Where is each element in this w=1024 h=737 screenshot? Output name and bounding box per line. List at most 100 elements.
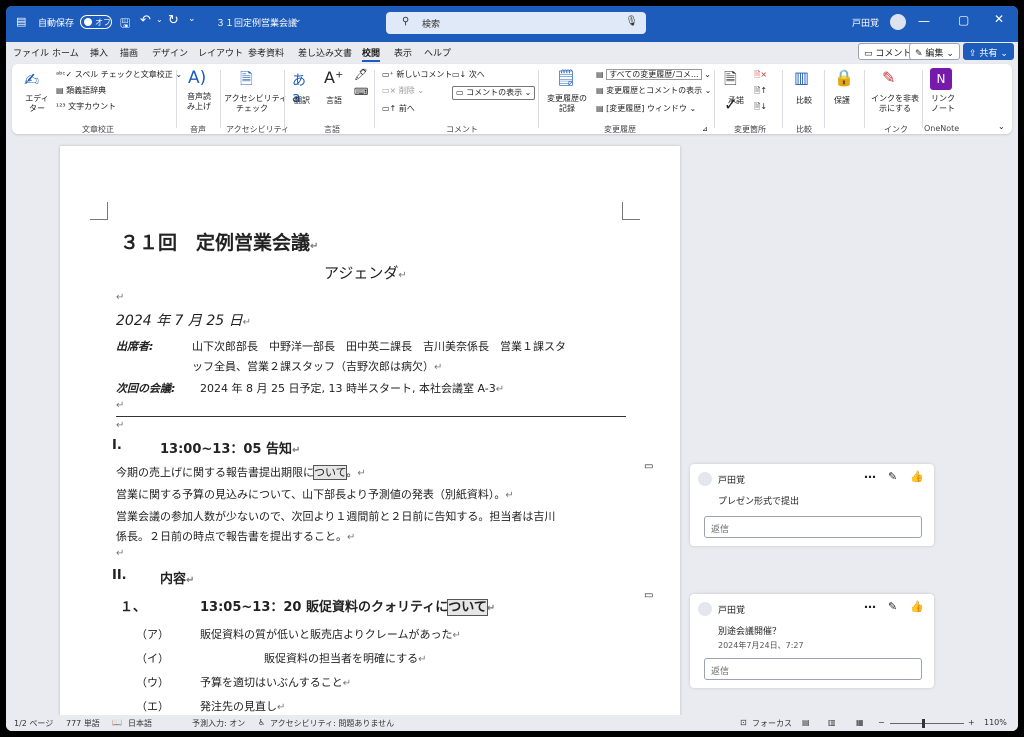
keyboard-icon[interactable]: ⌨ bbox=[354, 88, 368, 98]
edit-mode-button[interactable]: ✎ 編集 ⌄ bbox=[909, 43, 960, 60]
reject-icon[interactable]: 🗎× bbox=[754, 70, 767, 80]
tab-draw[interactable]: 描画 bbox=[120, 46, 138, 59]
comment-indicator-icon[interactable]: ▭ bbox=[644, 590, 653, 601]
translate-button[interactable]: 翻訳 bbox=[294, 96, 310, 106]
attendees-line-1[interactable]: 山下次郎部長 中野洋一部長 田中英二課長 吉川美奈係長 営業１課スタ bbox=[192, 338, 566, 354]
language-button[interactable]: 言語 bbox=[326, 96, 342, 106]
page-count[interactable]: 1/2 ページ bbox=[14, 718, 53, 729]
tab-review[interactable]: 校閲 bbox=[362, 46, 381, 62]
reply-input[interactable]: 返信 bbox=[704, 516, 922, 538]
maximize-icon[interactable]: ▢ bbox=[958, 13, 969, 27]
tab-layout[interactable]: レイアウト bbox=[198, 46, 243, 59]
comment-indicator-icon[interactable]: ▭ bbox=[644, 461, 653, 472]
section-1-title[interactable]: 13:00~13：05 告知↵ bbox=[160, 438, 300, 457]
show-comments-button[interactable]: ▭ コメントの表示 ⌄ bbox=[452, 86, 536, 100]
zoom-slider-thumb[interactable] bbox=[922, 719, 925, 728]
reply-input[interactable]: 返信 bbox=[704, 658, 922, 680]
word-count-button[interactable]: ¹²³ 文字カウント bbox=[56, 102, 116, 112]
sub-item-d[interactable]: 発注先の見直し↵ bbox=[200, 698, 285, 714]
thesaurus-button[interactable]: ▤ 類義語辞典 bbox=[56, 86, 106, 96]
tab-view[interactable]: 表示 bbox=[394, 46, 412, 59]
tab-home[interactable]: ホーム bbox=[52, 46, 79, 59]
section-2-title[interactable]: 内容↵ bbox=[160, 568, 194, 587]
doc-date[interactable]: 2024 年 7 月 25 日↵ bbox=[116, 310, 251, 330]
zoom-in-icon[interactable]: + bbox=[968, 718, 975, 727]
redo-icon[interactable]: ↻ bbox=[168, 13, 179, 28]
web-layout-icon[interactable]: ▦ bbox=[856, 718, 864, 727]
document-title[interactable]: ３１回定例営業会議 bbox=[216, 16, 297, 29]
comment-card[interactable]: 戸田覚 ⋯ ✎ 👍 別途会議開催？ 2024年7月24日、7:27 返信 bbox=[690, 594, 934, 688]
like-icon[interactable]: 👍 bbox=[910, 600, 924, 613]
minimize-icon[interactable]: — bbox=[918, 14, 930, 28]
sub-item-c[interactable]: 予算を適切はいぶんすること↵ bbox=[200, 674, 351, 690]
protect-button[interactable]: 保護 bbox=[834, 96, 850, 106]
tab-file[interactable]: ファイル bbox=[13, 46, 49, 59]
reviewing-pane-button[interactable]: ▤ [変更履歴] ウィンドウ ⌄ bbox=[596, 104, 696, 114]
tab-references[interactable]: 参考資料 bbox=[248, 46, 284, 59]
sub-item-a[interactable]: 販促資料の質が低いと販売店よりクレームがあった↵ bbox=[200, 626, 461, 642]
view-icon[interactable]: ▤ bbox=[802, 718, 810, 727]
show-markup-button[interactable]: ▤ 変更履歴とコメントの表示 ⌄ bbox=[596, 86, 711, 96]
more-options-icon[interactable]: ⋯ bbox=[864, 600, 876, 614]
language-status[interactable]: 日本語 bbox=[128, 718, 152, 729]
zoom-out-icon[interactable]: − bbox=[878, 718, 885, 727]
more-commands-icon[interactable]: ⌄ bbox=[188, 14, 196, 24]
word-app-icon[interactable]: ▤ bbox=[16, 15, 26, 28]
proofing-status-icon[interactable]: 📖 bbox=[112, 718, 122, 727]
next-meeting-text[interactable]: 2024 年 8 月 25 日予定, 13 時半スタート, 本社会議室 A-3↵ bbox=[200, 380, 504, 396]
item-1-title[interactable]: 13:05~13：20 販促資料のクォリティについて↵ bbox=[200, 596, 495, 616]
save-icon[interactable]: 🖫 bbox=[120, 14, 130, 35]
document-page[interactable]: ３１回 定例営業会議↵ アジェンダ↵ ↵ 2024 年 7 月 25 日↵ 出席… bbox=[60, 146, 680, 726]
dialog-launcher-icon[interactable]: ⊿ bbox=[702, 124, 708, 134]
next-comment-button[interactable]: ▭↓ 次へ bbox=[452, 70, 485, 80]
hide-ink-button[interactable]: インクを非表 示にする bbox=[870, 94, 920, 114]
new-comment-button[interactable]: ▭⁺ 新しいコメント bbox=[382, 70, 452, 80]
linked-notes-button[interactable]: リンク ノート bbox=[928, 94, 958, 114]
accessibility-check-button[interactable]: アクセシビリティ チェック bbox=[224, 94, 287, 114]
user-avatar[interactable] bbox=[890, 14, 906, 30]
close-icon[interactable]: ✕ bbox=[994, 12, 1004, 26]
paragraph-3[interactable]: 営業会議の参加人数が少ないので、次回より１週間前と２日前に告知する。担当者は吉川 bbox=[116, 508, 555, 524]
zoom-level[interactable]: 110% bbox=[984, 718, 1007, 727]
ribbon-collapse-icon[interactable]: ⌄ bbox=[998, 122, 1005, 132]
track-changes-button[interactable]: 変更履歴の 記録 bbox=[542, 94, 592, 114]
print-layout-icon[interactable]: ▥ bbox=[828, 718, 836, 727]
paragraph-2[interactable]: 営業に関する予算の見込みについて、山下部長より予測値の発表（別紙資料）。↵ bbox=[116, 486, 514, 502]
undo-dropdown-icon[interactable]: ⌄ bbox=[156, 15, 163, 24]
section-1-heading[interactable]: I. bbox=[112, 438, 122, 453]
autosave-toggle[interactable]: オフ bbox=[80, 15, 112, 29]
commented-text[interactable]: ついて bbox=[447, 599, 488, 616]
tab-design[interactable]: デザイン bbox=[152, 46, 188, 59]
read-aloud-button[interactable]: 音声読 み上げ bbox=[182, 92, 216, 112]
commented-text[interactable]: ついて bbox=[312, 465, 348, 480]
previous-change-icon[interactable]: 🗎↑ bbox=[754, 86, 767, 96]
user-name[interactable]: 戸田覚 bbox=[852, 16, 879, 29]
tab-mailings[interactable]: 差し込み文書 bbox=[298, 46, 352, 59]
markup-dropdown[interactable]: ▤ すべての変更履歴/コメ... ⌄ bbox=[596, 69, 711, 80]
paragraph-4[interactable]: 係長。２日前の時点で報告書を提出すること。↵ bbox=[116, 528, 355, 544]
next-change-icon[interactable]: 🗎↓ bbox=[754, 102, 767, 112]
focus-mode-button[interactable]: フォーカス bbox=[752, 718, 792, 729]
edit-comment-icon[interactable]: ✎ bbox=[888, 600, 897, 613]
like-icon[interactable]: 👍 bbox=[910, 470, 924, 483]
tab-help[interactable]: ヘルプ bbox=[424, 46, 451, 59]
text-predictions-status[interactable]: 予測入力: オン bbox=[192, 718, 245, 729]
editor-button[interactable]: エディ ター bbox=[22, 94, 52, 114]
title-chevron-down-icon[interactable]: ⌄ bbox=[294, 15, 302, 25]
spell-check-button[interactable]: ᵃᵇᶜ✓ スペル チェックと文章校正 ⌄ bbox=[56, 70, 182, 80]
accept-button[interactable]: 承諾 bbox=[728, 96, 744, 106]
edit-comment-icon[interactable]: ✎ bbox=[888, 470, 897, 483]
doc-title[interactable]: ３１回 定例営業会議↵ bbox=[120, 228, 318, 255]
previous-comment-button[interactable]: ▭↑ 前へ bbox=[382, 104, 415, 114]
paragraph-1[interactable]: 今期の売上げに関する報告書提出期限について。↵ bbox=[116, 464, 366, 480]
search-box[interactable]: ⚲ 検索 🎙 bbox=[386, 12, 646, 34]
doc-subtitle[interactable]: アジェンダ↵ bbox=[324, 262, 407, 283]
accessibility-status[interactable]: アクセシビリティ: 問題ありません bbox=[270, 718, 394, 729]
attendees-line-2[interactable]: ッフ全員、営業２課スタッフ（吉野次郎は病欠）↵ bbox=[192, 358, 442, 374]
tab-insert[interactable]: 挿入 bbox=[90, 46, 108, 59]
compare-button[interactable]: 比較 bbox=[796, 96, 812, 106]
more-options-icon[interactable]: ⋯ bbox=[864, 470, 876, 484]
comment-card[interactable]: 戸田覚 ⋯ ✎ 👍 プレゼン形式で提出 返信 bbox=[690, 464, 934, 546]
sub-item-b[interactable]: 販促資料の担当者を明確にする↵ bbox=[264, 650, 427, 666]
zoom-slider[interactable] bbox=[890, 723, 964, 724]
